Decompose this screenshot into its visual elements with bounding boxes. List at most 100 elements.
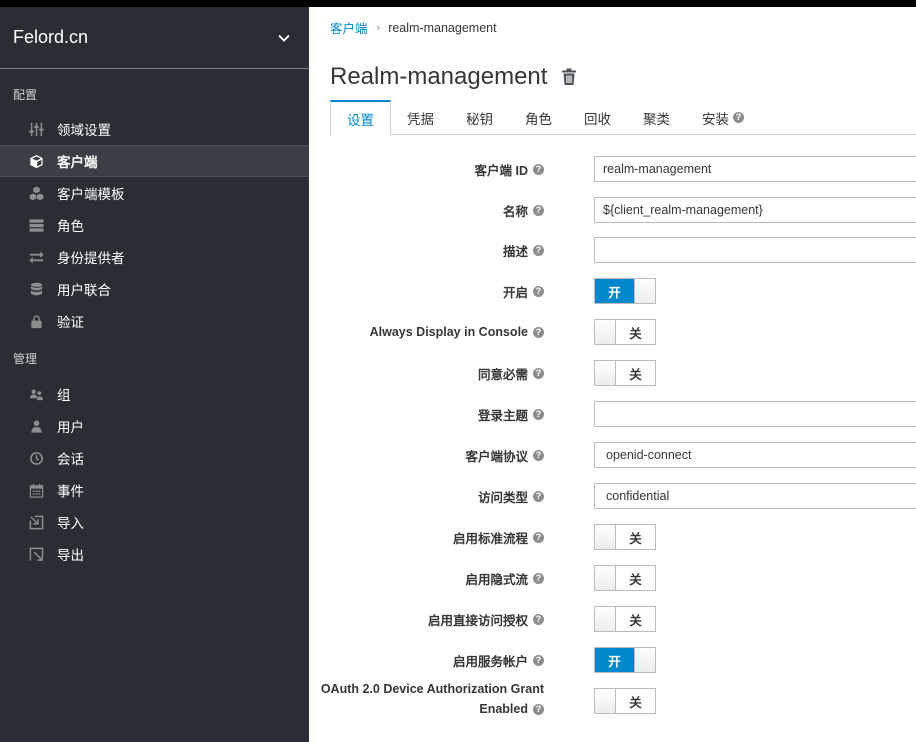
field-label: 名称? — [503, 197, 544, 223]
toggle-knob — [634, 279, 655, 303]
tab-keys[interactable]: 秘钥 — [450, 100, 509, 135]
sidebar-item-realm-settings[interactable]: 领域设置 — [0, 113, 309, 145]
consent-toggle[interactable]: 关 — [594, 360, 656, 386]
tab-bar: 设置 凭据 秘钥 角色 回收 聚类 安装? — [330, 100, 916, 136]
sidebar-item-label: 事件 — [57, 484, 84, 499]
service-accounts-toggle[interactable]: 开 — [594, 647, 656, 673]
tab-clustering[interactable]: 聚类 — [627, 100, 686, 135]
always-display-toggle[interactable]: 关 — [594, 319, 656, 345]
field-label: 启用隐式流? — [465, 565, 544, 591]
tab-revocation[interactable]: 回收 — [568, 100, 627, 135]
help-icon[interactable]: ? — [533, 204, 544, 216]
sidebar-item-label: 验证 — [57, 315, 84, 330]
label-text: 开启 — [502, 285, 528, 300]
sidebar-item-identity-providers[interactable]: 身份提供者 — [0, 241, 309, 273]
sidebar-item-label: 导出 — [57, 548, 84, 563]
help-icon[interactable]: ? — [533, 367, 544, 379]
access-type-select[interactable]: confidential — [594, 483, 916, 509]
sidebar-item-label: 用户 — [57, 420, 84, 435]
help-icon[interactable]: ? — [533, 654, 544, 666]
tab-credentials[interactable]: 凭据 — [391, 100, 450, 135]
help-icon[interactable]: ? — [533, 163, 544, 175]
database-icon — [28, 281, 44, 297]
clock-icon — [28, 450, 44, 466]
config-nav: 领域设置 客户端 客户端模板 角色 身份提供者 用户联合 验证 — [0, 113, 309, 337]
sidebar-item-client-templates[interactable]: 客户端模板 — [0, 177, 309, 209]
device-grant-toggle[interactable]: 关 — [594, 688, 656, 714]
sidebar-item-sessions[interactable]: 会话 — [0, 442, 309, 474]
field-label: 登录主题? — [478, 401, 544, 427]
user-icon — [28, 418, 44, 434]
calendar-icon — [28, 482, 44, 498]
list-icon — [28, 217, 44, 233]
field-label: 开启? — [503, 278, 544, 304]
help-icon[interactable]: ? — [533, 704, 544, 716]
field-label: 访问类型? — [478, 483, 544, 509]
enabled-toggle[interactable]: 开 — [594, 278, 656, 304]
sidebar-item-import[interactable]: 导入 — [0, 506, 309, 538]
label-text: 启用直接访问授权 — [427, 613, 528, 628]
client-id-field[interactable]: realm-management — [594, 156, 916, 182]
label-text: 同意必需 — [477, 367, 528, 382]
chevron-right-icon: › — [376, 21, 381, 34]
sidebar-item-label: 客户端 — [57, 155, 98, 170]
trash-icon[interactable] — [561, 68, 577, 86]
label-text: 启用服务帐户 — [452, 654, 528, 669]
toggle-knob — [595, 525, 616, 549]
sidebar-item-clients[interactable]: 客户端 — [0, 145, 309, 177]
realm-selector[interactable]: Felord.cn — [0, 7, 309, 69]
toggle-knob — [595, 607, 616, 631]
name-field[interactable]: ${client_realm-management} — [594, 197, 916, 223]
sidebar-item-roles[interactable]: 角色 — [0, 209, 309, 241]
sidebar-item-label: 用户联合 — [57, 283, 111, 298]
sidebar-item-users[interactable]: 用户 — [0, 410, 309, 442]
label-text: 客户端协议 — [465, 449, 528, 464]
cubes-icon — [28, 185, 44, 201]
help-icon[interactable]: ? — [533, 285, 544, 297]
sidebar-item-user-federation[interactable]: 用户联合 — [0, 273, 309, 305]
field-label: 启用直接访问授权? — [428, 606, 544, 632]
protocol-select[interactable]: openid-connect — [594, 442, 916, 468]
sidebar-item-export[interactable]: 导出 — [0, 538, 309, 570]
tab-roles[interactable]: 角色 — [509, 100, 568, 135]
form-row-name: 名称? ${client_realm-management} — [309, 197, 916, 227]
toggle-on-label: 开 — [595, 279, 634, 303]
description-field[interactable] — [594, 237, 916, 263]
sidebar-item-groups[interactable]: 组 — [0, 378, 309, 410]
label-text: 名称 — [502, 204, 528, 219]
toggle-off-label: 关 — [629, 367, 642, 382]
tab-settings[interactable]: 设置 — [330, 100, 391, 136]
form-row-direct-access: 启用直接访问授权? 关 — [309, 606, 916, 636]
tab-label: 安装 — [702, 111, 729, 127]
label-text: Always Display in Console — [369, 325, 528, 339]
direct-access-toggle[interactable]: 关 — [594, 606, 656, 632]
realm-name: Felord.cn — [13, 27, 89, 47]
form-row-always-display: Always Display in Console? 关 — [309, 319, 916, 349]
field-label: 客户端 ID? — [475, 156, 544, 182]
help-icon[interactable]: ? — [533, 244, 544, 256]
tab-installation[interactable]: 安装? — [686, 100, 760, 135]
field-label: 启用标准流程? — [453, 524, 544, 550]
form-row-device-grant: OAuth 2.0 Device Authorization Grant Ena… — [309, 682, 916, 718]
standard-flow-toggle[interactable]: 关 — [594, 524, 656, 550]
sidebar-item-label: 导入 — [57, 516, 84, 531]
sidebar-item-label: 身份提供者 — [57, 251, 125, 266]
help-icon[interactable]: ? — [533, 572, 544, 584]
help-icon[interactable]: ? — [533, 326, 544, 338]
cube-icon — [28, 153, 44, 169]
login-theme-select[interactable] — [594, 401, 916, 427]
toggle-knob — [595, 689, 616, 713]
breadcrumb-clients-link[interactable]: 客户端 — [330, 18, 368, 37]
sliders-icon — [28, 121, 44, 137]
help-icon[interactable]: ? — [733, 112, 744, 123]
help-icon[interactable]: ? — [533, 408, 544, 420]
sidebar-item-events[interactable]: 事件 — [0, 474, 309, 506]
help-icon[interactable]: ? — [533, 490, 544, 502]
form-row-enabled: 开启? 开 — [309, 278, 916, 308]
help-icon[interactable]: ? — [533, 531, 544, 543]
implicit-flow-toggle[interactable]: 关 — [594, 565, 656, 591]
help-icon[interactable]: ? — [533, 613, 544, 625]
help-icon[interactable]: ? — [533, 449, 544, 461]
sidebar-item-authentication[interactable]: 验证 — [0, 305, 309, 337]
chevron-down-icon — [278, 34, 290, 42]
